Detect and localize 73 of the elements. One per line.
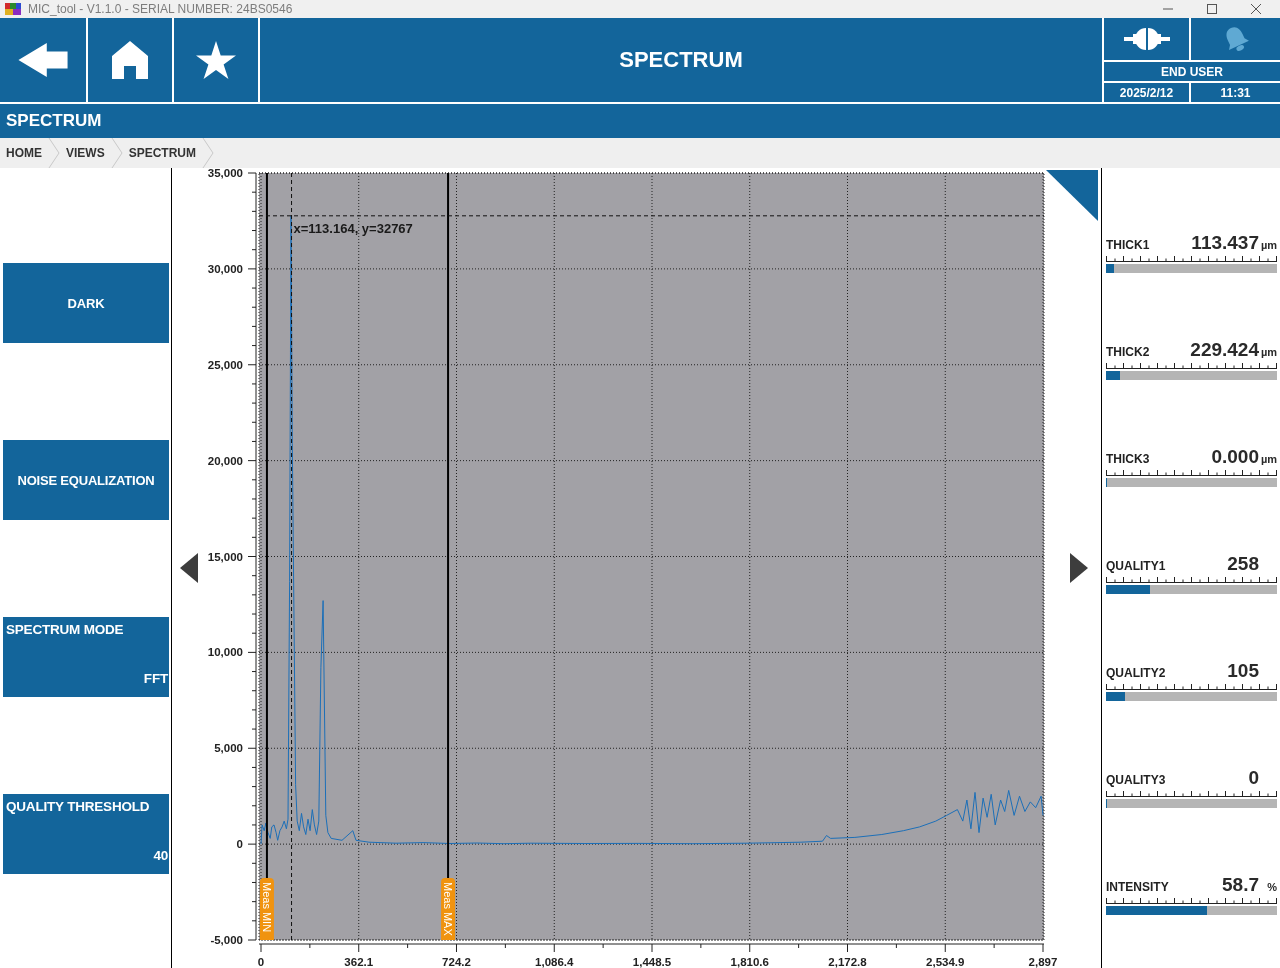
meter-unit: % bbox=[1266, 881, 1277, 893]
x-tick-label: 362.1 bbox=[344, 956, 374, 968]
y-tick-label: 20,000 bbox=[207, 454, 243, 467]
x-tick-label: 1,810.6 bbox=[730, 956, 769, 968]
x-tick-label: 1,086.4 bbox=[535, 956, 574, 968]
y-tick-label: 25,000 bbox=[207, 358, 243, 371]
meter-unit: µm bbox=[1260, 453, 1277, 465]
section-title-bar: SPECTRUM bbox=[0, 104, 1280, 138]
setting-value: FFT bbox=[143, 671, 168, 686]
setting-label: SPECTRUM MODE bbox=[6, 622, 124, 637]
x-tick-label: 0 bbox=[257, 956, 265, 968]
chevron-separator-icon bbox=[48, 138, 60, 168]
cursor-readout: x=113.164, y=32767 bbox=[293, 220, 413, 236]
date-display: 2025/2/12 bbox=[1104, 83, 1189, 102]
setting-label: QUALITY THRESHOLD bbox=[6, 799, 150, 814]
meter-value: 0.000 bbox=[1211, 446, 1259, 468]
star-icon bbox=[196, 41, 236, 79]
back-button[interactable] bbox=[0, 18, 86, 102]
breadcrumb-item[interactable]: SPECTRUM bbox=[122, 138, 202, 168]
meter-value: 58.7 bbox=[1222, 874, 1259, 896]
x-tick-label: 2,172.8 bbox=[828, 956, 867, 968]
chevron-separator-icon bbox=[110, 138, 123, 168]
meter-value: 113.437 bbox=[1191, 232, 1259, 254]
y-tick-label: -5,000 bbox=[210, 934, 243, 946]
y-tick-label: 0 bbox=[236, 838, 243, 851]
app-logo-icon bbox=[5, 3, 21, 15]
favorites-button[interactable] bbox=[174, 18, 258, 102]
setting-button[interactable]: SPECTRUM MODE FFT bbox=[3, 617, 169, 697]
x-tick-label: 2,897 bbox=[1028, 956, 1058, 968]
connection-button[interactable] bbox=[1104, 18, 1189, 60]
setting-value: 40 bbox=[153, 848, 168, 863]
home-button[interactable] bbox=[88, 18, 172, 102]
maximize-icon[interactable] bbox=[1207, 4, 1217, 14]
meter-label: THICK3 bbox=[1106, 452, 1150, 466]
y-tick-label: 35,000 bbox=[207, 168, 243, 179]
x-tick-label: 1,448.5 bbox=[632, 956, 672, 968]
meter-label: INTENSITY bbox=[1106, 880, 1169, 894]
ref-line-label: Meas MIN bbox=[260, 882, 273, 933]
time-display: 11:31 bbox=[1191, 83, 1280, 102]
y-tick-label: 5,000 bbox=[214, 742, 243, 755]
x-tick-label: 2,534.9 bbox=[926, 956, 965, 968]
close-icon[interactable] bbox=[1251, 4, 1261, 14]
meter-value: 105 bbox=[1227, 660, 1259, 682]
ref-line-label: Meas MAX bbox=[442, 882, 455, 937]
meter-label: THICK2 bbox=[1106, 345, 1150, 359]
user-role: END USER bbox=[1104, 62, 1280, 81]
x-tick-label: 724.2 bbox=[442, 956, 471, 968]
meter-label: THICK1 bbox=[1106, 238, 1150, 252]
action-button[interactable]: NOISE EQUALIZATION bbox=[3, 440, 169, 520]
left-triangle-icon[interactable] bbox=[180, 553, 198, 583]
plug-icon bbox=[1123, 28, 1170, 50]
y-tick-label: 10,000 bbox=[207, 646, 243, 659]
action-button[interactable]: DARK bbox=[3, 263, 169, 343]
meter-value: 229.424 bbox=[1190, 339, 1259, 361]
arrow-left-icon bbox=[18, 43, 68, 77]
meter-label: QUALITY1 bbox=[1106, 559, 1166, 573]
page-header-title: SPECTRUM bbox=[260, 18, 1102, 102]
meter-value: 258 bbox=[1227, 553, 1259, 575]
meter-label: QUALITY2 bbox=[1106, 666, 1166, 680]
breadcrumb-item[interactable]: VIEWS bbox=[60, 138, 111, 168]
meter-unit: µm bbox=[1260, 346, 1277, 358]
meter-label: QUALITY3 bbox=[1106, 773, 1166, 787]
right-triangle-icon[interactable] bbox=[1070, 553, 1088, 583]
chevron-separator-icon bbox=[202, 138, 214, 168]
home-icon bbox=[112, 41, 148, 79]
setting-button[interactable]: QUALITY THRESHOLD 40 bbox=[3, 794, 169, 874]
corner-triangle-icon[interactable] bbox=[1046, 170, 1098, 221]
y-tick-label: 15,000 bbox=[207, 550, 243, 563]
y-tick-label: 30,000 bbox=[207, 262, 243, 275]
meter-value: 0 bbox=[1248, 767, 1259, 789]
breadcrumb-item[interactable]: HOME bbox=[0, 138, 48, 168]
window-title: MIC_tool - V1.1.0 - SERIAL NUMBER: 24BS0546 bbox=[28, 2, 293, 16]
meter-unit: µm bbox=[1260, 239, 1277, 251]
